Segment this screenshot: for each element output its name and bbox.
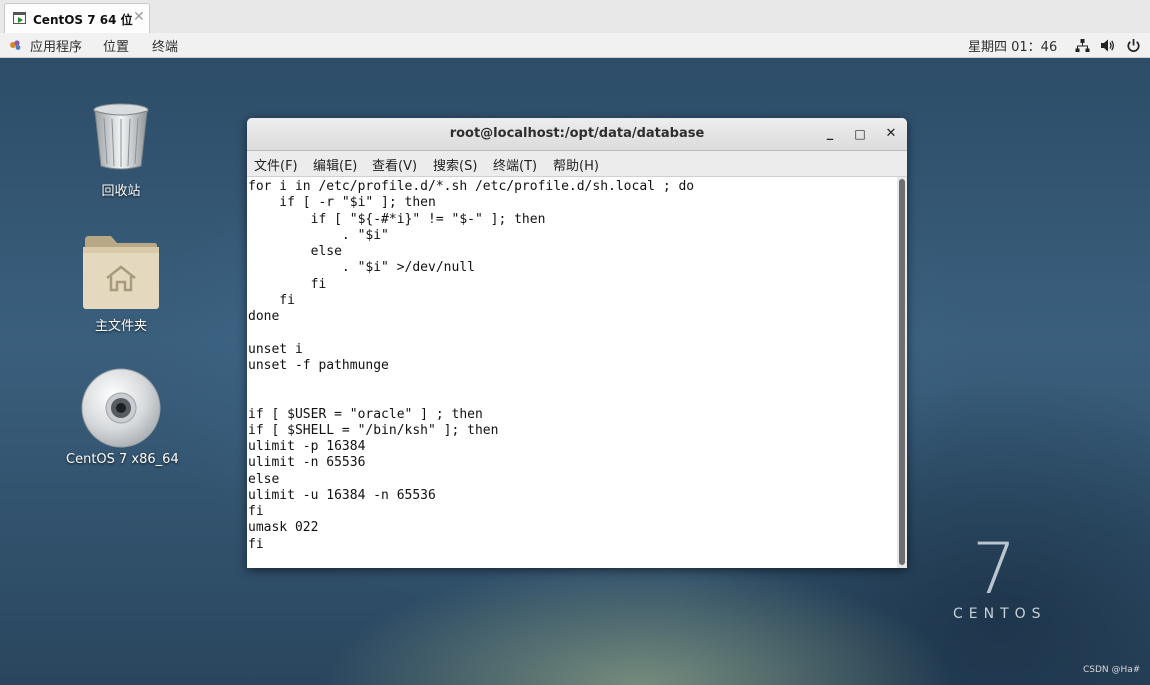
terminal-line: fi [248,536,264,552]
terminal-line: ulimit -n 65536 [248,455,366,471]
terminal-line: fi [248,292,295,308]
menu-view[interactable]: 查看(V) [372,155,417,174]
menu-help[interactable]: 帮助(H) [553,155,599,174]
disc-icon [81,368,161,448]
close-tab-icon[interactable]: ✕ [133,9,145,25]
terminal-menubar: 文件(F) 编辑(E) 查看(V) 搜索(S) 终端(T) 帮助(H) [247,151,907,177]
menu-applications[interactable]: 应用程序 [30,36,82,55]
scrollbar[interactable] [897,177,907,568]
terminal-line: if [ $SHELL = "/bin/ksh" ]; then [248,422,499,438]
centos-wordmark: CENTOS [953,606,1047,622]
desktop-icon-disc[interactable]: CentOS 7 x86_64 [66,368,179,468]
terminal-line: fi [248,504,264,519]
terminal-line: . "$i" >/dev/null [248,260,475,276]
trash-label: 回收站 [101,184,141,199]
desktop-icon-home[interactable]: 主文件夹 [66,234,176,334]
menu-terminal[interactable]: 终端 [152,36,178,55]
terminal-line: unset i [248,341,303,357]
terminal-line: else [248,471,280,487]
terminal-line: done [248,309,280,324]
terminal-output[interactable]: for i in /etc/profile.d/*.sh /etc/profil… [247,177,897,568]
terminal-window: root@localhost:/opt/data/database _ □ ✕ … [247,118,907,568]
terminal-line: if [ -r "$i" ]; then [248,195,436,211]
centos-version-number: 7 [972,528,1017,610]
menu-edit[interactable]: 编辑(E) [313,155,357,174]
terminal-line: if [ $USER = "oracle" ] ; then [248,406,483,422]
close-button[interactable]: ✕ [881,124,901,144]
disc-label: CentOS 7 x86_64 [66,452,179,467]
terminal-line: ulimit -p 16384 [248,439,366,454]
watermark: CSDN @Ha# [1083,665,1141,675]
vm-icon [13,12,26,24]
desktop-icon-trash[interactable]: 回收站 [66,102,176,202]
window-title: root@localhost:/opt/data/database [449,126,705,141]
menu-terminal[interactable]: 终端(T) [493,155,537,174]
terminal-line: unset -f pathmunge [248,357,389,373]
terminal-line: else [248,244,342,259]
vm-tab[interactable]: CentOS 7 64 位 ✕ [4,3,150,33]
vm-tab-label: CentOS 7 64 位 [33,13,133,27]
gnome-top-bar: 应用程序 位置 终端 星期四 01：46 [0,33,1150,58]
minimize-button[interactable]: _ [820,124,840,144]
menu-file[interactable]: 文件(F) [254,155,298,174]
power-icon[interactable] [1126,38,1141,53]
vm-tab-strip: CentOS 7 64 位 ✕ [0,0,1150,33]
terminal-line: ulimit -u 16384 -n 65536 [248,487,436,503]
home-folder-icon [83,236,159,309]
maximize-button[interactable]: □ [850,124,870,144]
terminal-line: fi [248,276,327,292]
clock[interactable]: 星期四 01：46 [968,36,1057,55]
trash-icon [93,103,149,170]
network-icon[interactable] [1075,38,1090,53]
terminal-line: for i in /etc/profile.d/*.sh /etc/profil… [248,179,695,194]
terminal-line: umask 022 [248,520,319,536]
volume-icon[interactable] [1100,38,1115,53]
applications-icon [10,40,21,50]
home-folder-label: 主文件夹 [94,319,147,334]
terminal-line: if [ "${-#*i}" != "$-" ]; then [248,211,546,227]
window-titlebar[interactable]: root@localhost:/opt/data/database _ □ ✕ [247,118,907,151]
scrollbar-thumb[interactable] [899,179,905,565]
menu-places[interactable]: 位置 [103,36,129,55]
terminal-line: . "$i" [248,227,389,243]
menu-search[interactable]: 搜索(S) [433,155,477,174]
